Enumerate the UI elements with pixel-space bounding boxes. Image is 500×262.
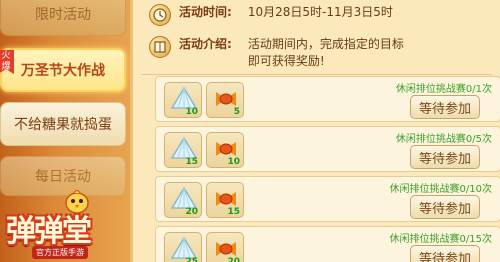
reward-slot-crystal[interactable]: 20 — [164, 182, 202, 218]
reward-quantity: 15 — [227, 207, 240, 217]
sidebar: 限时活动 万圣节大作战 火爆 不给糖果就捣蛋 每日活动 弹弹堂 官方正版手游 — [0, 0, 138, 262]
reward-card: 15 10 休闲排位挑战赛0/5次 等待参加 — [155, 126, 500, 172]
reward-quantity: 10 — [227, 157, 240, 167]
book-icon — [149, 36, 171, 58]
join-button[interactable]: 等待参加 — [410, 145, 480, 169]
game-logo: 弹弹堂 官方正版手游 — [2, 188, 122, 262]
sidebar-item-trick-or-treat[interactable]: 不给糖果就捣蛋 — [0, 102, 126, 146]
join-button[interactable]: 等待参加 — [410, 245, 480, 262]
logo-title: 弹弹堂 — [6, 214, 92, 249]
task-progress: 休闲排位挑战赛0/1次 — [395, 84, 492, 95]
reward-slot-crystal[interactable]: 25 — [164, 232, 202, 262]
event-time-row: 活动时间: 10月28日5时-11月3日5时 — [149, 4, 393, 26]
task-progress: 休闲排位挑战赛0/10次 — [389, 184, 492, 195]
sidebar-item-label: 万圣节大作战 — [21, 63, 105, 79]
reward-slot-candy[interactable]: 10 — [206, 132, 244, 168]
reward-quantity: 10 — [185, 107, 198, 117]
event-intro-row: 活动介绍: 活动期间内，完成指定的目标 即可获得奖励! — [149, 36, 404, 70]
reward-slot-candy[interactable]: 20 — [206, 232, 244, 262]
sidebar-item-limited[interactable]: 限时活动 — [0, 0, 126, 36]
event-intro-line1: 活动期间内，完成指定的目标 — [247, 37, 404, 51]
join-button[interactable]: 等待参加 — [410, 95, 480, 119]
reward-slot-candy[interactable]: 5 — [206, 82, 244, 118]
reward-slot-crystal[interactable]: 10 — [164, 82, 202, 118]
reward-quantity: 20 — [227, 257, 240, 262]
join-button[interactable]: 等待参加 — [410, 195, 480, 219]
event-time-value: 10月28日5时-11月3日5时 — [247, 5, 393, 19]
task-progress: 休闲排位挑战赛0/15次 — [389, 234, 492, 245]
logo-subtitle: 官方正版手游 — [32, 246, 88, 259]
event-intro-value: 活动期间内，完成指定的目标 即可获得奖励! — [248, 36, 404, 70]
reward-card: 20 15 休闲排位挑战赛0/10次 等待参加 — [155, 176, 500, 222]
sidebar-item-label: 每日活动 — [35, 169, 91, 185]
reward-quantity: 20 — [185, 207, 198, 217]
reward-slot-crystal[interactable]: 15 — [164, 132, 202, 168]
clock-icon — [149, 4, 171, 26]
game-screen: 限时活动 万圣节大作战 火爆 不给糖果就捣蛋 每日活动 弹弹堂 官方正版手游 活… — [0, 0, 500, 262]
task-progress: 休闲排位挑战赛0/5次 — [395, 134, 492, 145]
sidebar-item-label: 不给糖果就捣蛋 — [14, 117, 112, 133]
event-intro-line2: 即可获得奖励! — [247, 54, 325, 68]
reward-card: 25 20 休闲排位挑战赛0/15次 等待参加 — [155, 226, 500, 262]
sidebar-item-label: 限时活动 — [35, 7, 91, 23]
reward-slot-candy[interactable]: 15 — [206, 182, 244, 218]
reward-card: 10 5 休闲排位挑战赛0/1次 等待参加 — [155, 76, 500, 122]
event-panel: 活动时间: 10月28日5时-11月3日5时 活动介绍: 活动期间内，完成指定的… — [130, 0, 500, 262]
reward-quantity: 25 — [185, 257, 198, 262]
divider — [141, 74, 492, 75]
reward-quantity: 5 — [233, 107, 240, 117]
event-time-label: 活动时间: — [179, 5, 232, 19]
reward-quantity: 15 — [185, 157, 198, 167]
sidebar-item-halloween-battle[interactable]: 万圣节大作战 — [0, 48, 126, 92]
event-intro-label: 活动介绍: — [179, 37, 232, 51]
